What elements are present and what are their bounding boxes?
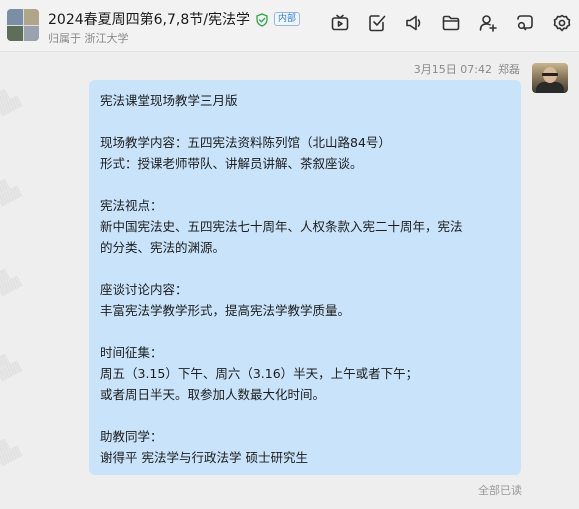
message-line: 新中国宪法史、五四宪法七十周年、人权条款入宪二十周年，宪法 [100, 219, 463, 234]
sender-name[interactable]: 郑磊 [498, 61, 520, 77]
read-status[interactable]: 全部已读 [478, 482, 522, 498]
message-meta: 3月15日 07:42 郑磊 [414, 61, 520, 77]
header-toolbar [329, 12, 573, 34]
internal-badge: 内部 [273, 12, 300, 26]
message-bubble[interactable]: 宪法课堂现场教学三月版 现场教学内容：五四宪法资料陈列馆（北山路84号） 形式：… [89, 80, 521, 475]
message-line: 或者周日半天。取参加人数最大化时间。 [100, 387, 326, 402]
group-title[interactable]: 2024春夏周四第6,7,8节/宪法学 [48, 9, 250, 29]
message-line: 宪法课堂现场教学三月版 [100, 93, 238, 108]
announcement-icon[interactable] [403, 12, 425, 34]
message-line: 宪法视点： [100, 198, 163, 213]
task-check-icon[interactable] [366, 12, 388, 34]
title-line: 2024春夏周四第6,7,8节/宪法学 内部 [48, 9, 300, 29]
message-line: 谢得平 宪法学与行政法学 硕士研究生 [100, 450, 308, 465]
message-timestamp: 3月15日 07:42 [413, 63, 492, 76]
watermark: ▒▒ ▒▒▒ [0, 439, 23, 468]
watermark: ▒▒ ▒▒▒ [0, 354, 23, 383]
folder-icon[interactable] [440, 12, 462, 34]
sender-avatar[interactable] [532, 63, 568, 93]
shield-check-icon [255, 12, 269, 27]
watermark: ▒▒ ▒▒▒ [0, 179, 23, 208]
message-line: 时间征集： [100, 345, 163, 360]
message-line: 现场教学内容：五四宪法资料陈列馆（北山路84号） [100, 135, 391, 150]
message-line: 座谈讨论内容： [100, 282, 188, 297]
chat-header: 2024春夏周四第6,7,8节/宪法学 内部 归属于 浙江大学 [0, 0, 579, 52]
watermark: ▒▒ ▒▒▒ [0, 269, 23, 298]
add-member-icon[interactable] [477, 12, 499, 34]
message-line: 的分类、宪法的渊源。 [100, 240, 226, 255]
message-line: 周五（3.15）下午、周六（3.16）半天，上午或者下午； [100, 366, 419, 381]
message-line: 助教同学： [100, 429, 163, 444]
message-line: 丰富宪法学教学形式，提高宪法学教学质量。 [100, 303, 351, 318]
group-avatar[interactable] [7, 9, 39, 41]
search-icon[interactable] [514, 12, 536, 34]
watermark: ▒▒ ▒▒▒ [0, 89, 23, 118]
group-subtitle: 归属于 浙江大学 [48, 32, 129, 45]
tv-icon[interactable] [329, 12, 351, 34]
message-line: 形式：授课老师带队、讲解员讲解、茶叙座谈。 [100, 156, 363, 171]
settings-icon[interactable] [551, 12, 573, 34]
